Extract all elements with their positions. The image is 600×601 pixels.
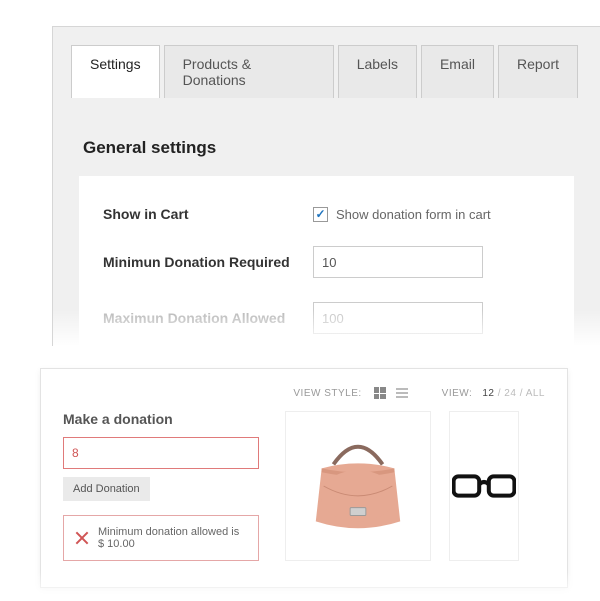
row-show-in-cart: Show in Cart ✓ Show donation form in car…	[103, 194, 550, 234]
shop-preview-card: VIEW STYLE: VIEW: 12 / 24 / ALL Make a d…	[40, 368, 568, 588]
panel-body: General settings Show in Cart ✓ Show don…	[53, 98, 600, 390]
product-grid	[285, 411, 545, 561]
donation-widget: Make a donation Add Donation Minimum don…	[63, 411, 259, 561]
tab-email[interactable]: Email	[421, 45, 494, 98]
product-glasses[interactable]	[449, 411, 519, 561]
add-donation-button[interactable]: Add Donation	[63, 477, 150, 501]
view-count-options[interactable]: 12 / 24 / ALL	[482, 388, 545, 399]
tabbar: Settings Products & Donations Labels Ema…	[53, 27, 600, 98]
donation-amount-input[interactable]	[63, 437, 259, 469]
row-min-donation: Minimun Donation Required	[103, 234, 550, 290]
label-min-donation: Minimun Donation Required	[103, 254, 313, 270]
view-style-label: VIEW STYLE:	[293, 388, 361, 399]
donation-error-box: Minimum donation allowed is $ 10.00	[63, 515, 259, 561]
checkbox-label-show-in-cart: Show donation form in cart	[336, 207, 491, 222]
tab-settings[interactable]: Settings	[71, 45, 160, 98]
shop-toolbar: VIEW STYLE: VIEW: 12 / 24 / ALL	[63, 387, 545, 399]
section-title: General settings	[83, 138, 570, 158]
form-card: Show in Cart ✓ Show donation form in car…	[79, 176, 574, 364]
input-min-donation[interactable]	[313, 246, 483, 278]
grid-view-icon[interactable]	[374, 387, 386, 399]
product-bag[interactable]	[285, 411, 431, 561]
tab-report[interactable]: Report	[498, 45, 578, 98]
admin-settings-panel: Settings Products & Donations Labels Ema…	[52, 26, 600, 346]
list-view-icon[interactable]	[396, 388, 408, 398]
glasses-icon	[452, 466, 516, 506]
donation-title: Make a donation	[63, 411, 259, 427]
label-show-in-cart: Show in Cart	[103, 206, 313, 222]
tab-products-donations[interactable]: Products & Donations	[164, 45, 334, 98]
error-x-icon	[74, 530, 90, 546]
bag-icon	[304, 436, 412, 536]
label-max-donation: Maximun Donation Allowed	[103, 310, 313, 326]
checkbox-show-in-cart[interactable]: ✓	[313, 207, 328, 222]
view-label: VIEW:	[442, 388, 473, 399]
donation-error-text: Minimum donation allowed is $ 10.00	[98, 526, 248, 550]
input-max-donation[interactable]	[313, 302, 483, 334]
row-max-donation: Maximun Donation Allowed	[103, 290, 550, 346]
tab-labels[interactable]: Labels	[338, 45, 417, 98]
